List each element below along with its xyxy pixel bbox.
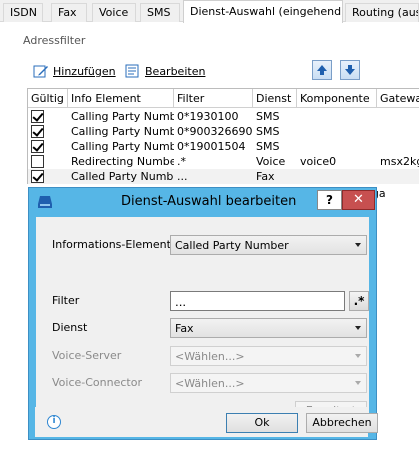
info-icon[interactable]: i bbox=[47, 415, 61, 429]
address-filter-table: Gültig Info Element Filter Dienst Kompon… bbox=[27, 88, 419, 184]
cell-filter: 0*19001504 bbox=[177, 140, 246, 153]
chevron-down-icon bbox=[355, 326, 361, 330]
cell-info-element: Calling Party Number bbox=[71, 140, 174, 153]
cell-filter: ... bbox=[177, 170, 188, 183]
column-header-valid[interactable]: Gültig bbox=[28, 89, 68, 108]
cell-service: SMS bbox=[256, 125, 280, 138]
cell-info-element: Calling Party Number bbox=[71, 125, 174, 138]
cell-component bbox=[297, 169, 377, 184]
valid-checkbox[interactable] bbox=[31, 125, 44, 138]
tab-voice[interactable]: Voice bbox=[92, 3, 136, 22]
service-value: Fax bbox=[175, 322, 194, 335]
chevron-down-icon bbox=[355, 354, 361, 358]
valid-checkbox[interactable] bbox=[31, 140, 44, 153]
cell-filter: 0*1930100 bbox=[177, 110, 239, 123]
edit-button-label: Bearbeiten bbox=[145, 64, 206, 78]
table-row[interactable]: Calling Party Number 0*1930100 SMS bbox=[28, 109, 419, 124]
column-header-filter[interactable]: Filter bbox=[174, 89, 253, 108]
cell-service: Voice bbox=[256, 155, 286, 168]
table-row[interactable]: Calling Party Number 0*9003266900 SMS bbox=[28, 124, 419, 139]
chevron-down-icon bbox=[355, 243, 361, 247]
tab-service-selection-incoming[interactable]: Dienst-Auswahl (eingehend) bbox=[183, 0, 343, 23]
dialog-body: Informations-Element Called Party Number… bbox=[36, 217, 369, 433]
cell-component bbox=[297, 124, 377, 139]
cell-gateway bbox=[377, 139, 419, 154]
edit-list-icon bbox=[125, 64, 139, 78]
table-row-selected[interactable]: Called Party Number ... Fax bbox=[28, 169, 419, 184]
voice-connector-value: <Wählen...> bbox=[175, 377, 245, 390]
arrow-down-icon bbox=[345, 65, 355, 75]
cell-gateway: msx2kga bbox=[380, 155, 419, 168]
regex-button[interactable]: .* bbox=[349, 291, 369, 311]
window-icon bbox=[38, 196, 52, 208]
move-up-button[interactable] bbox=[312, 60, 332, 80]
cell-service: SMS bbox=[256, 140, 280, 153]
cell-gateway bbox=[377, 169, 419, 184]
voice-server-label: Voice-Server bbox=[52, 349, 122, 362]
table-header: Gültig Info Element Filter Dienst Kompon… bbox=[28, 89, 419, 108]
column-header-info-element[interactable]: Info Element bbox=[68, 89, 174, 108]
cancel-button[interactable]: Abbrechen bbox=[306, 413, 378, 433]
tab-sms[interactable]: SMS bbox=[140, 3, 180, 22]
cell-gateway bbox=[377, 109, 419, 124]
chevron-down-icon bbox=[355, 381, 361, 385]
cell-gateway bbox=[377, 124, 419, 139]
close-button[interactable]: ✕ bbox=[342, 190, 375, 210]
valid-checkbox[interactable] bbox=[31, 110, 44, 123]
cell-filter: .* bbox=[177, 155, 186, 168]
cell-component: voice0 bbox=[300, 155, 337, 168]
table-row[interactable]: Redirecting Number .* Voice voice0 msx2k… bbox=[28, 154, 419, 169]
add-button[interactable]: Hinzufügen bbox=[33, 62, 116, 80]
cell-component bbox=[297, 139, 377, 154]
add-button-label: Hinzufügen bbox=[53, 64, 116, 78]
valid-checkbox[interactable] bbox=[31, 170, 44, 183]
tab-strip: ISDN Fax Voice SMS Dienst-Auswahl (einge… bbox=[0, 0, 419, 23]
ok-button[interactable]: Ok bbox=[226, 413, 298, 433]
tab-fax[interactable]: Fax bbox=[51, 3, 87, 22]
pencil-icon bbox=[33, 65, 48, 78]
edit-button[interactable]: Bearbeiten bbox=[125, 62, 205, 80]
valid-checkbox[interactable] bbox=[31, 155, 44, 168]
info-element-label: Informations-Element bbox=[52, 238, 171, 251]
arrow-up-icon bbox=[317, 65, 327, 75]
cell-service: Fax bbox=[256, 170, 275, 183]
column-header-component[interactable]: Komponente bbox=[297, 89, 377, 108]
column-header-gateway[interactable]: Gateway bbox=[377, 89, 419, 108]
cell-info-element: Called Party Number bbox=[71, 170, 174, 183]
column-header-service[interactable]: Dienst bbox=[253, 89, 297, 108]
tab-isdn[interactable]: ISDN bbox=[3, 3, 43, 22]
service-label: Dienst bbox=[52, 321, 88, 334]
voice-connector-label: Voice-Connector bbox=[52, 376, 142, 389]
dialog-button-row: i Ok Abbrechen bbox=[35, 407, 378, 437]
voice-server-select[interactable]: <Wählen...> bbox=[170, 346, 367, 366]
cell-filter: 0*9003266900 bbox=[177, 125, 253, 138]
filter-label: Filter bbox=[52, 294, 80, 307]
voice-server-value: <Wählen...> bbox=[175, 350, 245, 363]
cell-info-element: Redirecting Number bbox=[71, 155, 174, 168]
info-element-select[interactable]: Called Party Number bbox=[170, 235, 367, 255]
info-element-value: Called Party Number bbox=[175, 239, 289, 252]
group-label-address-filter: Adressfilter bbox=[23, 34, 86, 47]
filter-input[interactable] bbox=[170, 291, 345, 311]
cell-component bbox=[297, 109, 377, 124]
voice-connector-select[interactable]: <Wählen...> bbox=[170, 373, 367, 393]
tab-routing[interactable]: Routing (ausg bbox=[345, 3, 419, 22]
edit-service-selection-dialog: Dienst-Auswahl bearbeiten ? ✕ Informatio… bbox=[28, 187, 377, 440]
cell-service: SMS bbox=[256, 110, 280, 123]
cell-info-element: Calling Party Number bbox=[71, 110, 174, 123]
help-button[interactable]: ? bbox=[317, 190, 342, 210]
dialog-title-bar[interactable]: Dienst-Auswahl bearbeiten ? ✕ bbox=[29, 188, 376, 216]
dialog-title: Dienst-Auswahl bearbeiten bbox=[121, 194, 297, 209]
move-down-button[interactable] bbox=[340, 60, 360, 80]
table-row[interactable]: Calling Party Number 0*19001504 SMS bbox=[28, 139, 419, 154]
service-select[interactable]: Fax bbox=[170, 318, 367, 338]
